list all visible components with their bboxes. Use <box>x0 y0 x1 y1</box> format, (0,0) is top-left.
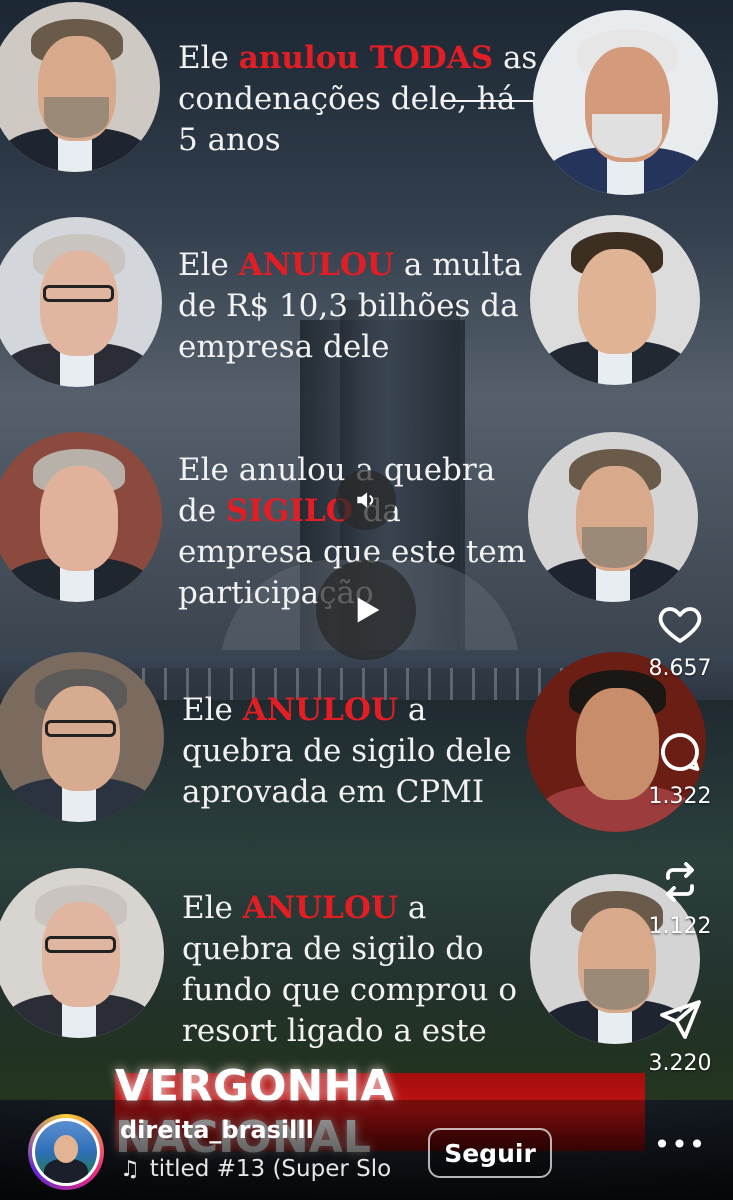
like-action[interactable]: 8.657 <box>640 600 720 681</box>
comparison-row: Ele anulou TODAS as condenações dele, há… <box>0 0 733 200</box>
play-button[interactable] <box>316 560 416 660</box>
comparison-row: Ele ANULOU a quebra de sigilo do fundo q… <box>0 868 733 1068</box>
comparison-row: Ele ANULOU a quebra de sigilo dele aprov… <box>0 650 733 850</box>
send-icon <box>660 1000 701 1039</box>
music-track[interactable]: ♫ titled #13 (Super Slo <box>120 1156 420 1182</box>
left-portrait <box>0 2 160 172</box>
volume-button[interactable] <box>336 470 396 530</box>
right-portrait <box>530 215 700 385</box>
avatar[interactable] <box>28 1114 104 1190</box>
more-options-icon[interactable]: ••• <box>654 1124 706 1164</box>
share-action[interactable]: 3.220 <box>640 995 720 1076</box>
row-caption: Ele ANULOU a quebra de sigilo dele aprov… <box>182 692 512 810</box>
repost-count: 1.122 <box>648 914 712 939</box>
follow-button[interactable]: Seguir <box>428 1128 552 1178</box>
comment-action[interactable]: 1.322 <box>640 728 720 809</box>
left-portrait <box>0 432 162 602</box>
row-caption: Ele ANULOU a quebra de sigilo do fundo q… <box>182 890 518 1049</box>
comparison-row: Ele ANULOU a multa de R$ 10,3 bilhões da… <box>0 215 733 415</box>
speaker-icon <box>357 492 374 508</box>
heart-icon <box>658 607 702 643</box>
comment-icon <box>661 733 700 771</box>
username-link[interactable]: direita_brasilll <box>120 1116 314 1144</box>
right-portrait <box>528 432 698 602</box>
like-count: 8.657 <box>648 656 712 681</box>
repost-icon <box>666 862 694 902</box>
share-count: 3.220 <box>648 1051 712 1076</box>
reel-footer <box>0 1100 733 1200</box>
music-title: titled #13 (Super Slo <box>149 1156 392 1182</box>
left-portrait <box>0 652 164 822</box>
row-caption: Ele ANULOU a multa de R$ 10,3 bilhões da… <box>178 247 523 365</box>
play-icon <box>357 597 380 623</box>
right-portrait <box>533 10 718 195</box>
reel-viewer[interactable]: Ele anulou TODAS as condenações dele, há… <box>0 0 733 1200</box>
left-portrait <box>0 868 164 1038</box>
left-portrait <box>0 217 162 387</box>
comment-count: 1.322 <box>648 784 712 809</box>
connector-line <box>444 100 534 102</box>
music-note-icon: ♫ <box>120 1156 140 1182</box>
repost-action[interactable]: 1.122 <box>640 858 720 939</box>
